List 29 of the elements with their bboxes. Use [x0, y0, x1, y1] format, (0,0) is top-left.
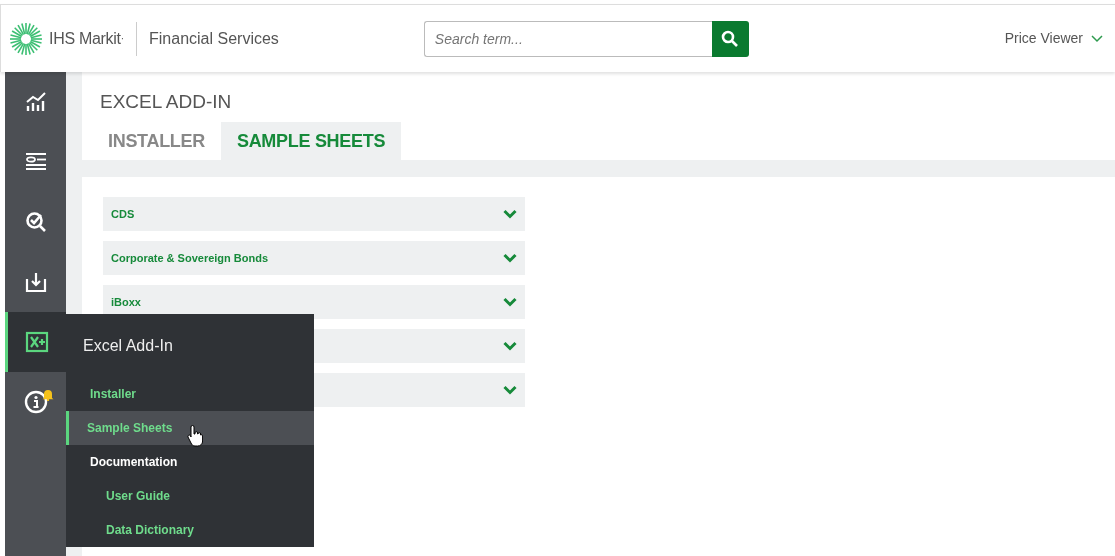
- search-button[interactable]: [711, 20, 749, 57]
- chart-icon: [24, 92, 47, 112]
- magnifier-check-icon: [24, 211, 47, 233]
- menu-item[interactable]: Documentation: [66, 445, 314, 479]
- menu-item[interactable]: Sample Sheets: [66, 411, 314, 445]
- flyout-title: Excel Add-In: [82, 335, 174, 356]
- menu-item[interactable]: User Guide: [66, 479, 314, 513]
- product-name: Financial Services: [149, 28, 279, 49]
- trademark-dot: ·: [120, 33, 125, 46]
- list-icon: [24, 152, 47, 172]
- tab[interactable]: INSTALLER: [100, 122, 221, 160]
- menu-item[interactable]: Data Dictionary: [66, 513, 314, 547]
- brand-name: IHS Markit: [49, 28, 121, 49]
- sidebar-item[interactable]: [5, 312, 66, 372]
- logo-icon: [9, 21, 43, 56]
- page-title: EXCEL ADD-IN: [99, 90, 233, 114]
- accordion-header[interactable]: iBoxx: [103, 285, 525, 319]
- menu-item[interactable]: Installer: [66, 377, 314, 411]
- accordion-header[interactable]: Corporate & Sovereign Bonds: [103, 241, 525, 275]
- spreadsheet-icon: [25, 331, 49, 353]
- search-icon: [721, 29, 740, 48]
- info-icon: [23, 390, 48, 414]
- accordion-header[interactable]: CDS: [103, 197, 525, 231]
- user-menu[interactable]: Price Viewer: [998, 27, 1109, 50]
- chevron-down-icon: [1091, 34, 1103, 43]
- search-field[interactable]: Search term...: [423, 20, 712, 57]
- download-icon: [24, 271, 47, 293]
- tab[interactable]: SAMPLE SHEETS: [220, 122, 402, 160]
- hand-cursor-icon: [187, 425, 203, 447]
